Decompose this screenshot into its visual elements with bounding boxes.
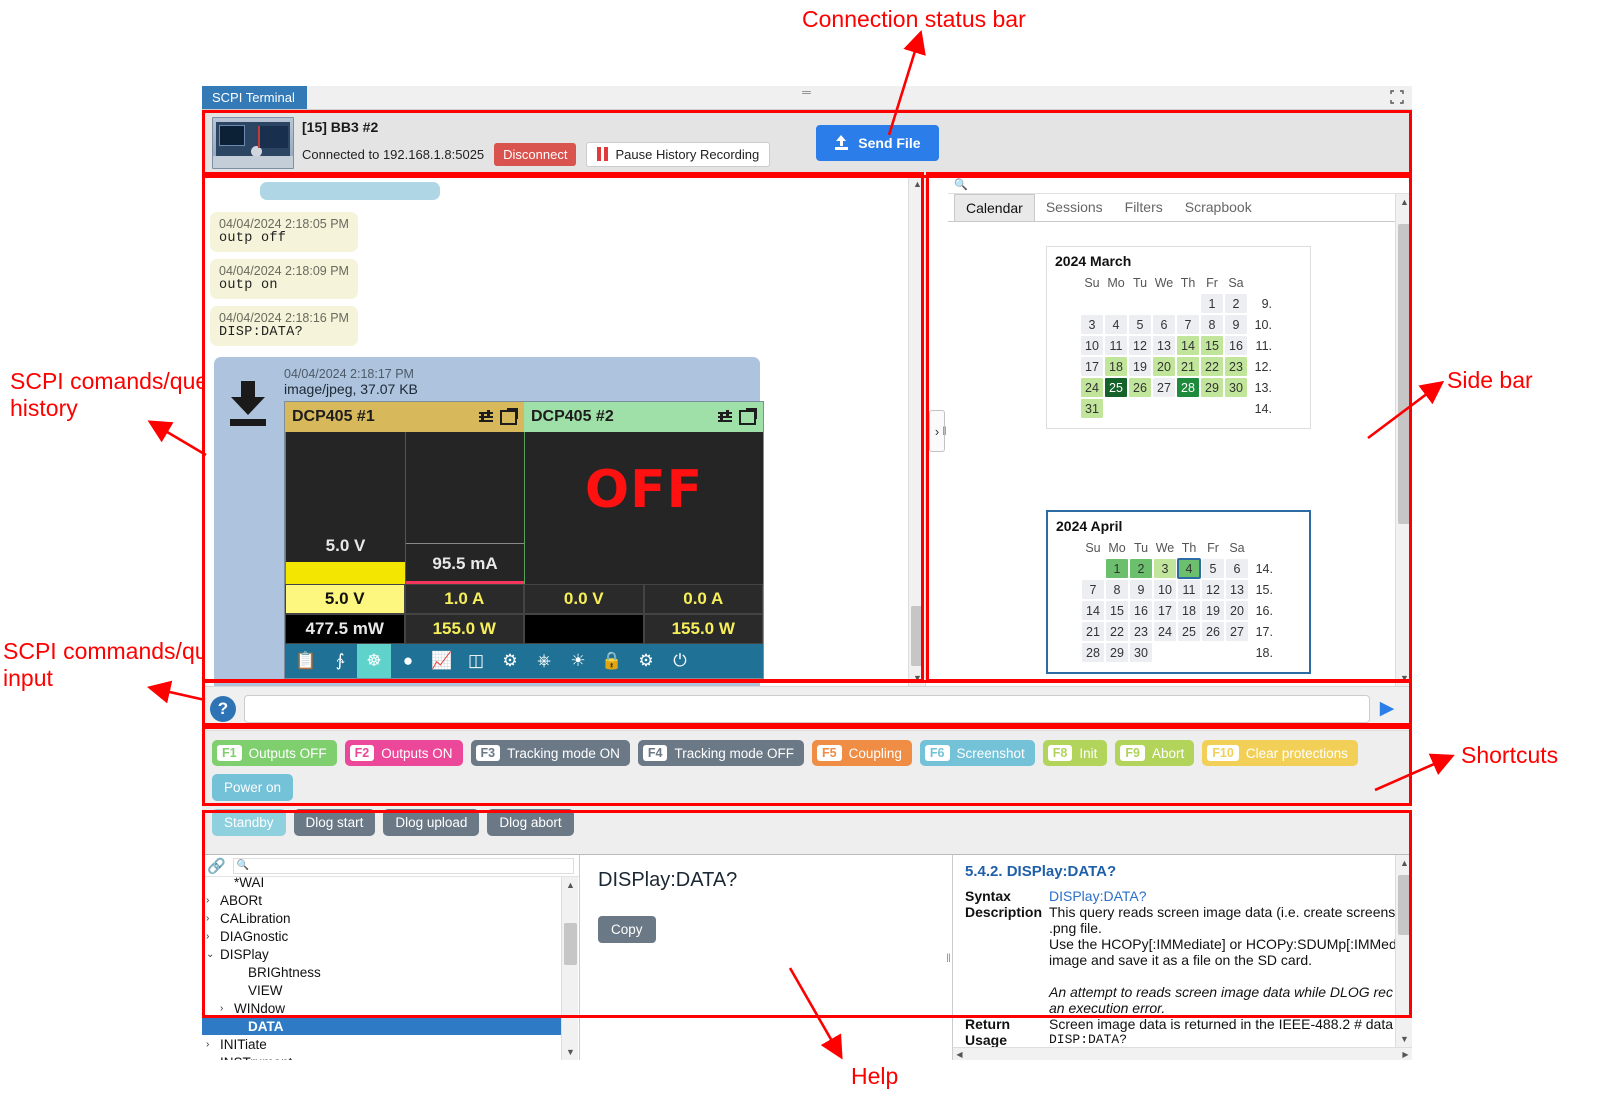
arrow-connection-status-bar [146,30,1455,1060]
